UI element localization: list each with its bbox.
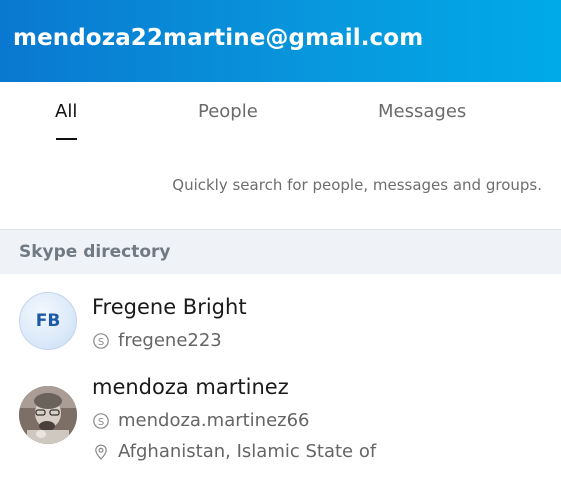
tab-messages[interactable]: Messages	[378, 101, 466, 122]
svg-text:S: S	[98, 417, 104, 428]
svg-text:S: S	[98, 337, 104, 348]
tab-all[interactable]: All	[55, 101, 77, 122]
skype-id-row: S mendoza.martinez66	[92, 410, 310, 431]
avatar-photo	[19, 386, 77, 444]
tab-people[interactable]: People	[198, 101, 258, 122]
skype-id: mendoza.martinez66	[118, 410, 310, 431]
account-email-title: mendoza22martine@gmail.com	[13, 25, 424, 51]
app-header: mendoza22martine@gmail.com	[0, 0, 561, 82]
avatar-initials: FB	[35, 311, 61, 331]
location: Afghanistan, Islamic State of	[118, 441, 377, 462]
skype-id: fregene223	[118, 330, 222, 351]
avatar	[19, 386, 77, 444]
active-tab-indicator	[56, 138, 77, 140]
contact-name: Fregene Bright	[92, 295, 247, 319]
directory-result-mendoza-martinez[interactable]: mendoza martinez S mendoza.martinez66 Af…	[0, 358, 561, 468]
contact-name: mendoza martinez	[92, 375, 289, 399]
avatar: FB	[19, 292, 77, 350]
search-hint: Quickly search for people, messages and …	[172, 176, 542, 194]
directory-result-fregene-bright[interactable]: FB Fregene Bright S fregene223	[0, 274, 561, 358]
location-row: Afghanistan, Islamic State of	[92, 441, 376, 462]
skype-icon: S	[92, 412, 110, 430]
section-title: Skype directory	[19, 242, 171, 262]
skype-icon: S	[92, 332, 110, 350]
location-pin-icon	[92, 443, 110, 461]
skype-id-row: S fregene223	[92, 330, 222, 351]
section-header-skype-directory: Skype directory	[0, 230, 561, 274]
